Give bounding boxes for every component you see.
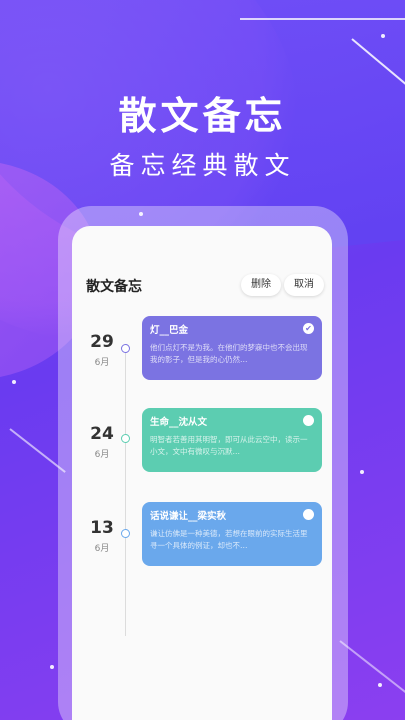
memo-excerpt: 他们点灯不是为我。在他们的梦寐中也不会出现我的影子，但是我的心仍然… <box>150 343 308 364</box>
timeline-dot <box>121 434 130 443</box>
decorative-dot <box>378 683 382 687</box>
delete-button[interactable]: 删除 <box>241 274 281 296</box>
entry-day: 24 <box>90 424 114 444</box>
decorative-dot <box>381 34 385 38</box>
decorative-dot <box>360 470 364 474</box>
check-icon[interactable]: ✔ <box>303 323 314 334</box>
phone-screen: 散文备忘 删除 取消 29 6月 灯__巴金 他们点灯不是为我。在他们的梦寐中也… <box>72 226 332 720</box>
hero-title: 散文备忘 <box>118 94 287 138</box>
entry-month: 6月 <box>94 358 110 368</box>
decorative-dot <box>50 665 54 669</box>
memo-card[interactable]: 生命__沈从文 明智者若善用其明智，即可从此云空中，读示一小文，文中有微叹与沉默… <box>142 408 322 472</box>
hero-subtitle: 备忘经典散文 <box>109 151 296 180</box>
memo-title: 话说谦让__梁实秋 <box>150 511 227 522</box>
app-screenshot: 散文备忘 备忘经典散文 散文备忘 删除 取消 29 6月 灯__巴金 他们点灯不… <box>0 0 405 720</box>
decorative-line <box>339 640 405 698</box>
select-circle-icon[interactable] <box>303 415 314 426</box>
entry-date: 13 6月 <box>82 518 122 554</box>
timeline-dot <box>121 344 130 353</box>
select-circle-icon[interactable] <box>303 509 314 520</box>
entry-month: 6月 <box>94 450 110 460</box>
memo-card[interactable]: 灯__巴金 他们点灯不是为我。在他们的梦寐中也不会出现我的影子，但是我的心仍然…… <box>142 316 322 380</box>
entry-day: 13 <box>90 518 114 538</box>
entry-day: 29 <box>90 332 114 352</box>
entry-date: 29 6月 <box>82 332 122 368</box>
memo-excerpt: 明智者若善用其明智，即可从此云空中，读示一小文，文中有微叹与沉默… <box>150 435 308 456</box>
app-title: 散文备忘 <box>86 279 142 295</box>
timeline-dot <box>121 529 130 538</box>
entry-date: 24 6月 <box>82 424 122 460</box>
decorative-line <box>240 18 405 20</box>
memo-title: 灯__巴金 <box>150 325 189 336</box>
memo-title: 生命__沈从文 <box>150 417 208 428</box>
memo-excerpt: 谦让仿佛是一种美德，若想在眼前的实际生活里寻一个具体的例证，却也不… <box>150 529 308 550</box>
cancel-button[interactable]: 取消 <box>284 274 324 296</box>
memo-card[interactable]: 话说谦让__梁实秋 谦让仿佛是一种美德，若想在眼前的实际生活里寻一个具体的例证，… <box>142 502 322 566</box>
entry-month: 6月 <box>94 544 110 554</box>
decorative-dot <box>12 380 16 384</box>
timeline-line <box>125 346 126 636</box>
